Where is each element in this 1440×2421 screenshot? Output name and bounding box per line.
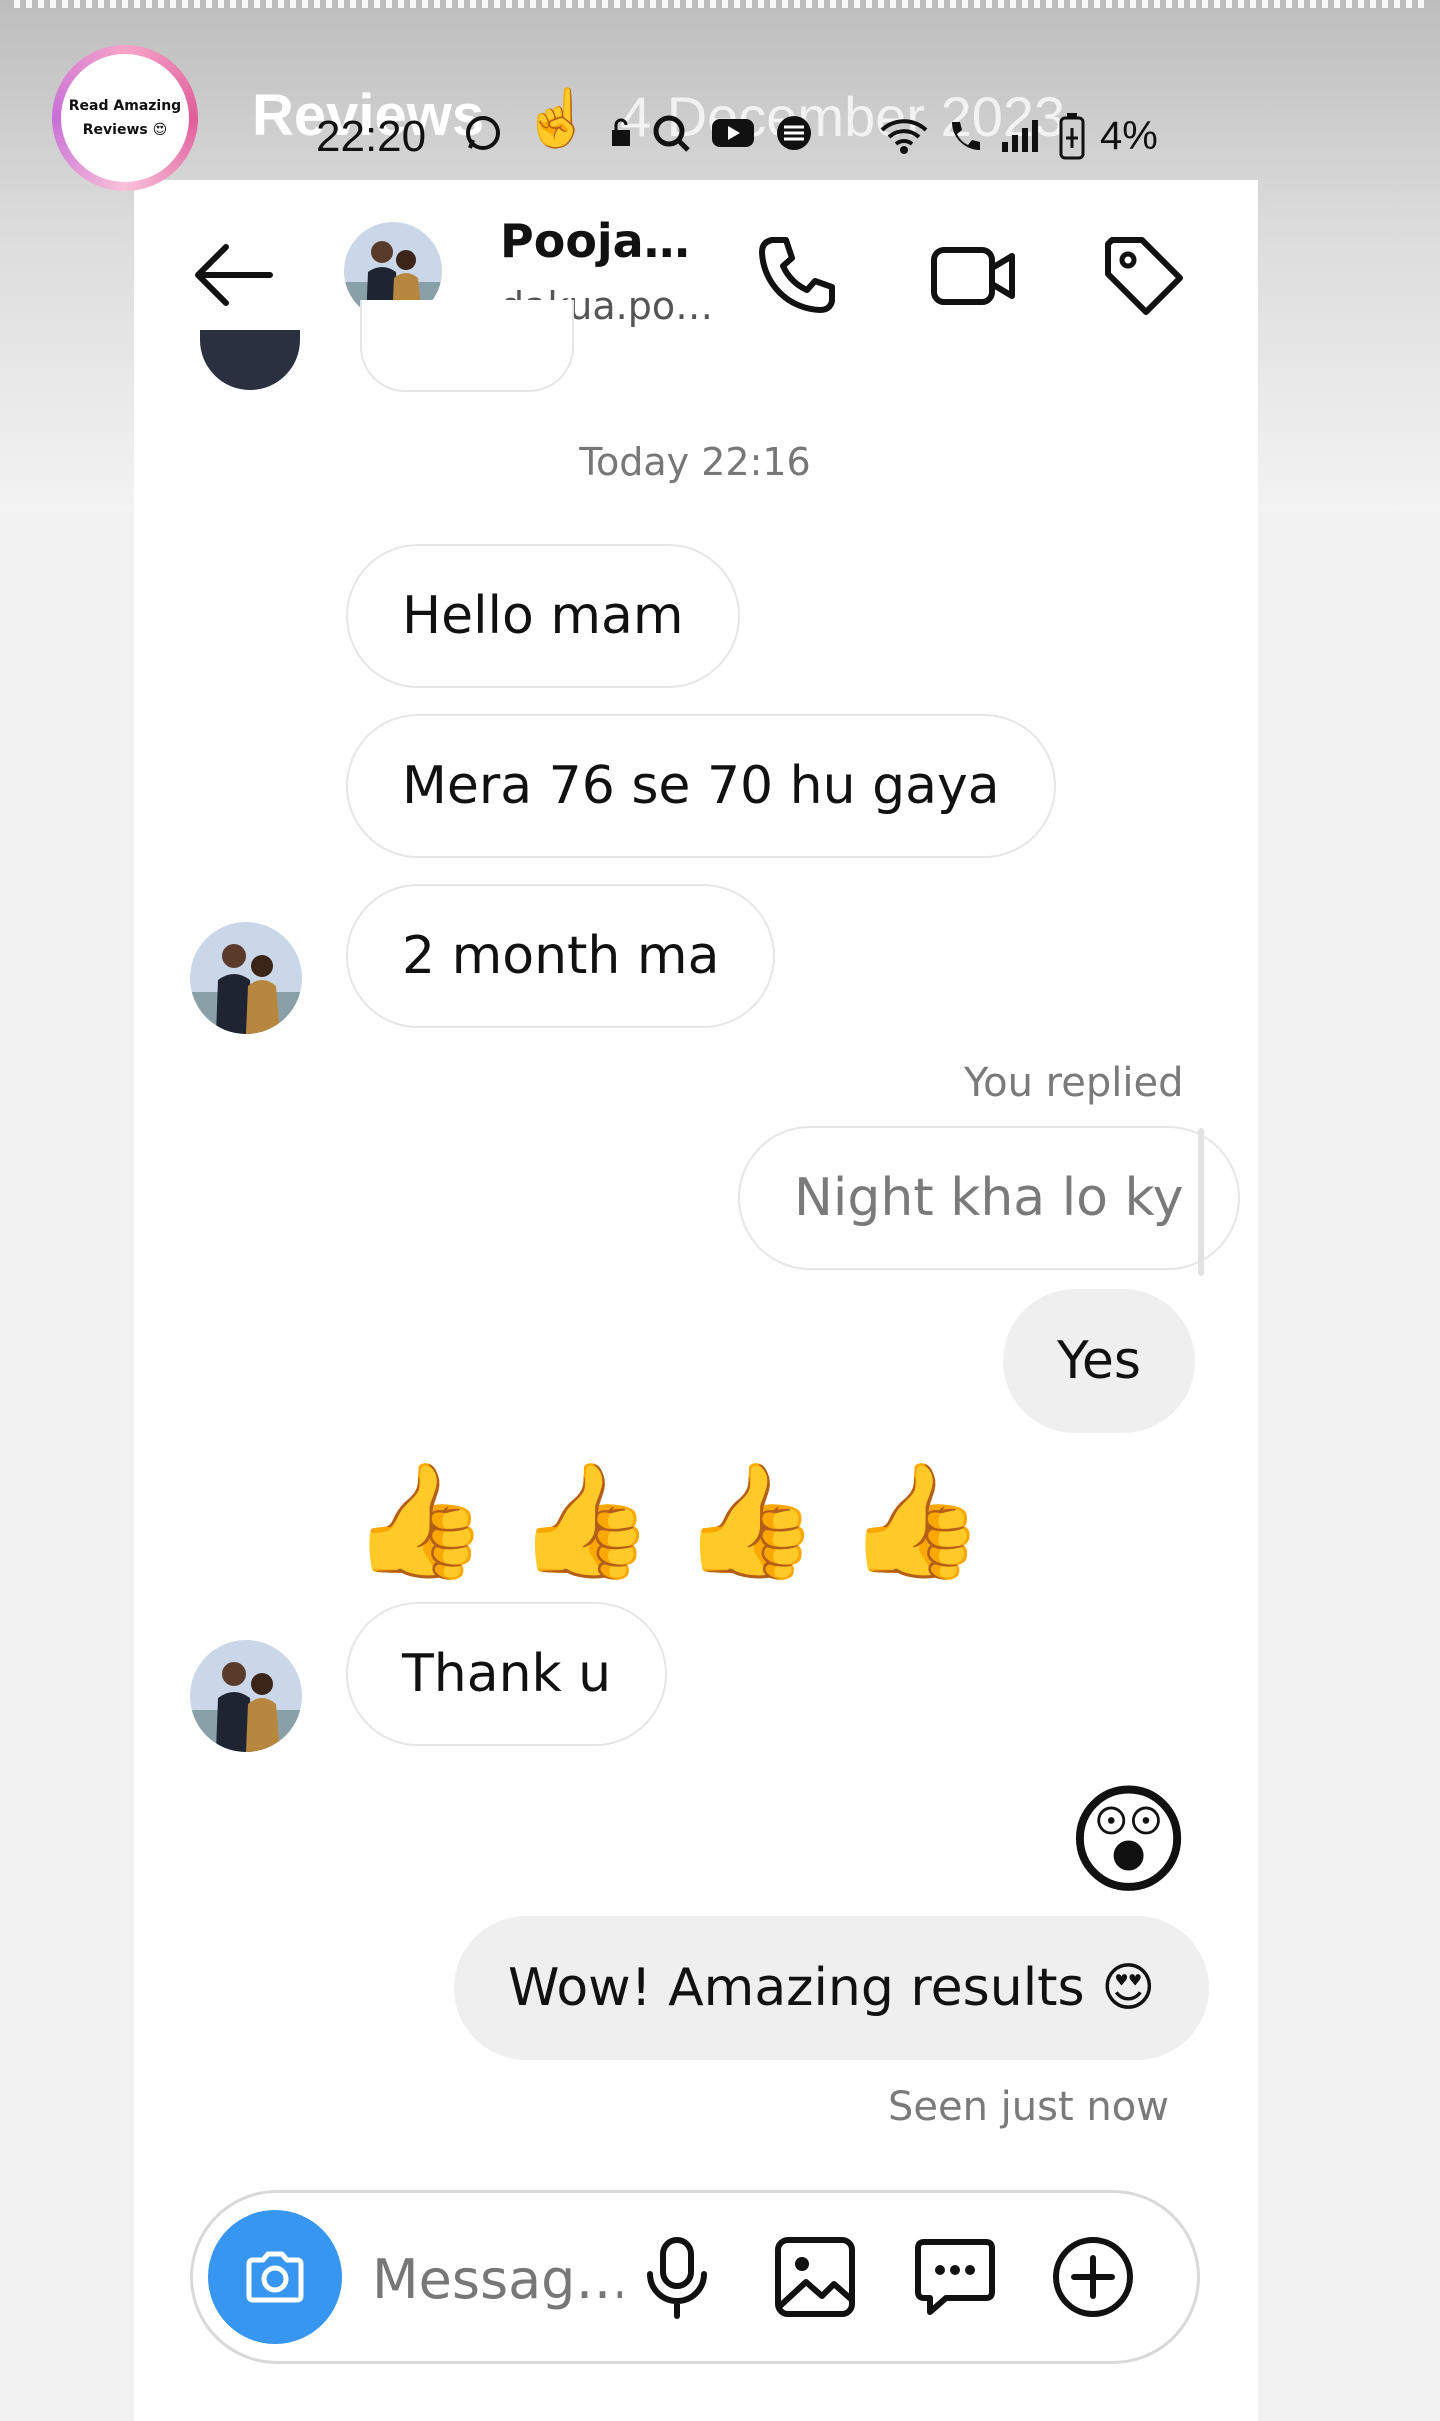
- pointer-emoji: ☝️: [522, 86, 592, 151]
- contact-name[interactable]: Pooja…: [500, 214, 690, 268]
- video-camera-icon[interactable]: [928, 230, 1018, 320]
- message-input[interactable]: [370, 2238, 624, 2320]
- signal-icon: [1002, 120, 1038, 152]
- my-message[interactable]: Yes: [1003, 1289, 1195, 1433]
- incoming-message[interactable]: Thank u: [346, 1602, 668, 1746]
- contact-avatar-small[interactable]: [190, 922, 302, 1034]
- back-arrow-icon[interactable]: [190, 240, 274, 310]
- incoming-message[interactable]: Hello mam: [346, 544, 740, 688]
- camera-button[interactable]: [208, 2210, 342, 2344]
- my-message-final[interactable]: Wow! Amazing results 😍: [454, 1916, 1210, 2060]
- thumbs-up-emoji: 👍: [350, 1456, 490, 1586]
- thumbs-up-reaction-row: 👍 👍 👍 👍: [350, 1456, 986, 1586]
- lock-icon: [611, 118, 630, 146]
- thumbs-up-emoji: 👍: [680, 1456, 821, 1586]
- you-replied-label: You replied: [964, 1060, 1184, 1106]
- thumbs-up-emoji: 👍: [846, 1456, 986, 1586]
- plus-circle-icon[interactable]: [1050, 2234, 1136, 2320]
- youtube-icon: [711, 119, 754, 147]
- whatsapp-icon: [466, 116, 500, 150]
- previous-bubble-fragment: [360, 300, 574, 392]
- thumbs-up-emoji: 👍: [515, 1456, 655, 1586]
- avatar-photo: [190, 1640, 302, 1752]
- tag-icon[interactable]: [1098, 230, 1188, 320]
- seen-status: Seen just now: [888, 2084, 1169, 2130]
- chat-bubble-icon[interactable]: [912, 2234, 998, 2320]
- app-icon: [776, 116, 811, 150]
- incoming-message[interactable]: 2 month ma: [346, 884, 776, 1028]
- badge-line-1: Read Amazing: [68, 98, 182, 114]
- phone-icon[interactable]: [752, 230, 842, 320]
- story-avatar[interactable]: Read Amazing Reviews 😍: [52, 45, 198, 191]
- wifi-icon: [880, 119, 928, 154]
- replied-to-message[interactable]: Night kha lo ky: [738, 1126, 1240, 1270]
- camera-icon: [246, 2251, 304, 2303]
- badge-line-2: Reviews 😍: [82, 122, 168, 138]
- astonished-emoji: 😲: [1066, 1772, 1192, 1911]
- status-time: 22:20: [316, 112, 427, 161]
- story-progress-bar: [14, 0, 1426, 8]
- avatar-photo: [190, 922, 302, 1034]
- wifi-call-icon: [952, 122, 980, 150]
- incoming-message[interactable]: Mera 76 se 70 hu gaya: [346, 714, 1056, 858]
- reply-indicator-bar: [1198, 1128, 1204, 1276]
- battery-icon: [1059, 113, 1085, 160]
- story-avatar-badge: Read Amazing Reviews 😍: [61, 54, 189, 182]
- status-notification-icons: ☝️: [462, 86, 814, 154]
- battery-percent: 4%: [1100, 113, 1158, 158]
- contact-avatar-small[interactable]: [190, 1640, 302, 1752]
- gallery-icon[interactable]: [772, 2234, 858, 2320]
- chat-timestamp: Today 22:16: [579, 440, 811, 484]
- search-icon: [653, 115, 690, 152]
- microphone-icon[interactable]: [634, 2234, 720, 2320]
- status-system-icons: 4%: [878, 112, 1158, 160]
